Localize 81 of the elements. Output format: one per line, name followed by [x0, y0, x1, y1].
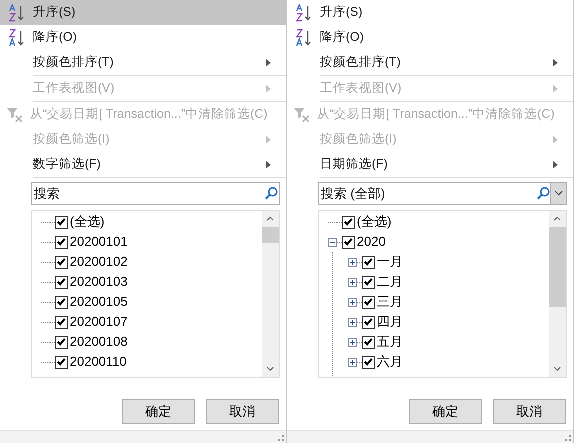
scrollbar[interactable] — [262, 211, 279, 377]
submenu-arrow-icon — [266, 58, 271, 66]
search-icon — [265, 187, 278, 200]
clear-filter-icon — [6, 106, 24, 122]
expand-button[interactable] — [348, 358, 357, 366]
collapse-button[interactable] — [328, 238, 337, 246]
list-item-label: 三月 — [377, 293, 403, 312]
resize-grip-icon — [278, 435, 284, 441]
list-item-label: 一月 — [377, 253, 403, 272]
list-item-label: 20200103 — [70, 273, 128, 292]
scrollbar-thumb[interactable] — [549, 227, 566, 307]
checkbox[interactable] — [342, 216, 355, 228]
list-item-label: 20200110 — [70, 353, 127, 372]
menu-item[interactable]: 按颜色排序(T) — [0, 50, 286, 76]
list-item-label: 20200108 — [70, 333, 128, 352]
sort-ascending-icon — [8, 4, 26, 22]
expand-button[interactable] — [348, 298, 357, 306]
checkbox[interactable] — [55, 316, 68, 328]
sort-descending-icon — [8, 28, 26, 46]
chevron-down-icon — [554, 191, 562, 196]
list-item-label: 四月 — [377, 313, 403, 332]
list-item-label: 20200101 — [70, 233, 128, 252]
scroll-down-icon — [267, 367, 274, 371]
sort-descending-icon — [294, 28, 312, 46]
scroll-down-icon — [554, 367, 561, 371]
submenu-arrow-icon — [553, 136, 558, 144]
checkbox[interactable] — [362, 336, 375, 348]
dropdown-button[interactable] — [550, 183, 566, 204]
submenu-arrow-icon — [553, 84, 558, 92]
expand-button[interactable] — [348, 338, 357, 346]
checkbox[interactable] — [55, 296, 68, 308]
resize-grip-icon — [565, 435, 571, 441]
dialog-button[interactable]: 确定 — [409, 399, 482, 424]
menu-item[interactable]: 降序(O) — [0, 25, 286, 50]
checkbox[interactable] — [55, 336, 68, 348]
dialog-button[interactable]: 取消 — [206, 399, 279, 424]
checkbox[interactable] — [55, 356, 68, 368]
submenu-arrow-icon — [553, 58, 558, 66]
dialog-button[interactable]: 取消 — [493, 399, 566, 424]
menu-item[interactable]: 按颜色排序(T) — [287, 50, 573, 76]
list-item-label: (全选) — [70, 213, 105, 232]
checkbox[interactable] — [362, 276, 375, 288]
checkbox[interactable] — [55, 236, 68, 248]
expand-button[interactable] — [348, 318, 357, 326]
list-item-label: (全选) — [357, 213, 392, 232]
list-item-label: 五月 — [377, 333, 403, 352]
search-field[interactable]: 搜索 (全部) — [318, 182, 567, 205]
clear-filter-icon — [292, 106, 311, 122]
scrollbar[interactable] — [549, 211, 566, 377]
checkbox[interactable] — [55, 216, 68, 228]
dialog-button[interactable]: 确定 — [122, 399, 195, 424]
list-item-label: 20200107 — [70, 313, 128, 332]
checkbox[interactable] — [362, 256, 375, 268]
sort-ascending-icon — [294, 4, 312, 22]
menu-item[interactable]: 升序(S) — [287, 0, 573, 25]
checkbox[interactable] — [55, 276, 68, 288]
list-item-label: 20200105 — [70, 293, 128, 312]
checkbox[interactable] — [342, 236, 355, 248]
submenu-arrow-icon — [266, 160, 271, 168]
scrollbar-thumb[interactable] — [262, 227, 279, 243]
menu-item[interactable]: 数字筛选(F) — [0, 152, 286, 178]
scroll-up-icon — [267, 217, 274, 221]
list-item-label: 六月 — [377, 353, 403, 372]
search-icon — [537, 187, 550, 200]
menu-item[interactable]: 升序(S) — [0, 0, 286, 25]
menu-item[interactable]: 日期筛选(F) — [287, 152, 573, 178]
scroll-up-icon — [554, 217, 561, 221]
expand-button[interactable] — [348, 258, 357, 266]
list-item-label: 20200102 — [70, 253, 128, 272]
search-field[interactable]: 搜索 — [31, 182, 280, 205]
expand-button[interactable] — [348, 278, 357, 286]
checkbox[interactable] — [55, 256, 68, 268]
list-item-label: 二月 — [377, 273, 403, 292]
checkbox[interactable] — [362, 356, 375, 368]
submenu-arrow-icon — [266, 136, 271, 144]
submenu-arrow-icon — [266, 84, 271, 92]
checkbox[interactable] — [362, 316, 375, 328]
list-item-label: 2020 — [357, 233, 386, 252]
checkbox[interactable] — [362, 296, 375, 308]
submenu-arrow-icon — [553, 160, 558, 168]
menu-item[interactable]: 降序(O) — [287, 25, 573, 50]
